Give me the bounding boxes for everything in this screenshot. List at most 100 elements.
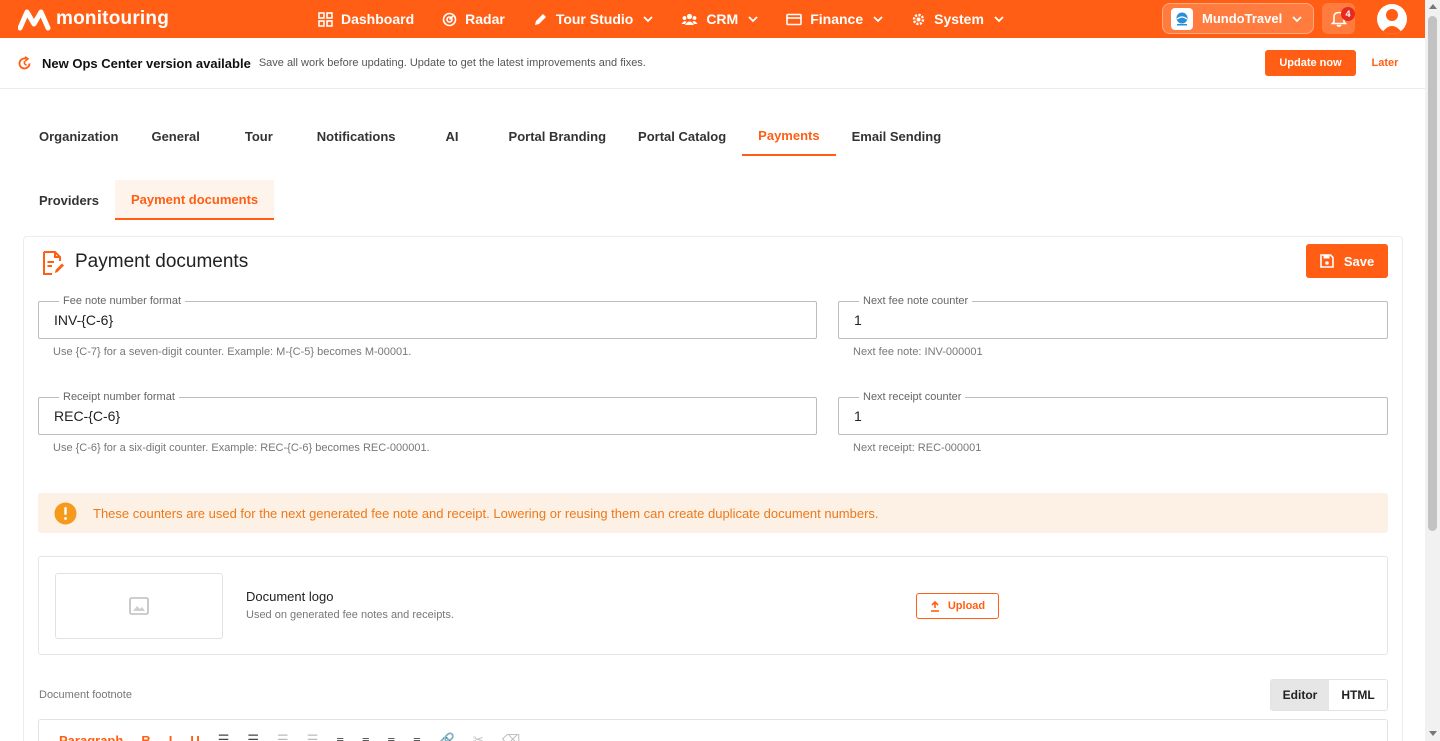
user-icon [1381,9,1403,34]
tab-tour[interactable]: Tour [225,116,301,156]
chevron-down-icon [873,16,883,23]
nav-label: Dashboard [341,11,415,27]
warning-icon [54,502,77,524]
field-value: 1 [854,312,862,328]
settings-tabs: Organization General Tour Notifications … [23,116,957,158]
editor-mode-toggle: Editor HTML [1270,679,1388,711]
document-edit-icon [43,251,64,275]
paragraph-format-select[interactable]: Paragraph [59,733,123,741]
tab-portal-branding[interactable]: Portal Branding [495,116,623,156]
receipt-format-hint: Use {C-6} for a six-digit counter. Examp… [53,442,430,454]
receipt-counter-hint: Next receipt: REC-000001 [853,442,982,454]
chevron-down-icon [994,16,1004,23]
main-nav: Dashboard Radar Tour Studio CRM Finance … [318,0,1032,38]
italic-icon[interactable]: I [169,733,173,741]
save-label: Save [1343,253,1375,269]
tab-ai[interactable]: AI [426,116,495,156]
card-icon [786,13,803,25]
footnote-label: Document footnote [39,689,132,701]
scroll-thumb[interactable] [1428,16,1437,531]
update-now-button[interactable]: Update now [1265,50,1356,76]
pen-icon [534,13,546,25]
document-logo-section: Document logo Used on generated fee note… [38,556,1388,655]
numbered-list-icon[interactable]: ☰ [247,732,259,741]
subtab-payment-documents[interactable]: Payment documents [114,180,275,220]
nav-label: CRM [706,11,739,27]
field-label: Next fee note counter [859,295,973,307]
fee-note-format-hint: Use {C-7} for a seven-digit counter. Exa… [53,346,412,358]
nav-label: Finance [810,11,864,27]
tab-notifications[interactable]: Notifications [301,116,426,156]
bullet-list-icon[interactable]: ☰ [218,732,230,741]
users-icon [681,13,698,25]
indent-icon[interactable]: ☰ [307,732,319,741]
tab-payments[interactable]: Payments [742,116,836,156]
gear-icon [912,13,925,25]
nav-label: Radar [465,11,505,27]
html-mode-button[interactable]: HTML [1329,680,1387,710]
card-title: Payment documents [75,251,249,272]
field-value: INV-{C-6} [54,312,114,328]
brand-logo-icon [18,9,51,31]
scroll-down-arrow-icon[interactable] [1429,731,1437,736]
chevron-down-icon [1292,15,1302,22]
field-label: Fee note number format [59,295,186,307]
upload-label: Upload [947,600,986,612]
fee-note-format-field[interactable]: Fee note number format INV-{C-6} [38,295,817,339]
subtab-providers[interactable]: Providers [23,180,115,220]
field-value: REC-{C-6} [54,408,121,424]
refresh-icon [18,55,31,69]
receipt-format-field[interactable]: Receipt number format REC-{C-6} [38,391,817,435]
footnote-editor[interactable]: Paragraph B I U ☰ ☰ ☰ ☰ ≡ ≡ ≡ ≡ 🔗 ✂ ⌫ [38,719,1388,741]
later-button[interactable]: Later [1365,50,1405,76]
brand[interactable]: monitouring [18,7,318,31]
nav-dashboard[interactable]: Dashboard [318,0,414,38]
outdent-icon[interactable]: ☰ [277,732,289,741]
tab-portal-catalog[interactable]: Portal Catalog [622,116,742,156]
underline-icon[interactable]: U [190,733,199,741]
notifications-button[interactable]: 4 [1322,3,1355,34]
tab-general[interactable]: General [134,116,224,156]
align-left-icon[interactable]: ≡ [336,733,344,741]
banner-text: Save all work before updating. Update to… [258,57,646,69]
floppy-disk-icon [1320,254,1334,268]
link-icon[interactable]: 🔗 [439,732,455,741]
nav-radar[interactable]: Radar [442,0,505,38]
user-avatar[interactable] [1377,4,1407,34]
editor-mode-button[interactable]: Editor [1271,680,1329,710]
nav-system[interactable]: System [911,0,1004,38]
nav-label: Tour Studio [555,11,634,27]
field-value: 1 [854,408,862,424]
field-label: Next receipt counter [859,391,966,403]
upload-logo-button[interactable]: Upload [916,593,999,619]
align-justify-icon[interactable]: ≡ [413,733,421,741]
page-scrollbar[interactable] [1425,0,1440,741]
counter-warning: These counters are used for the next gen… [38,493,1388,533]
payment-documents-card: Payment documents Save Fee note number f… [23,236,1403,741]
tab-email-sending[interactable]: Email Sending [836,116,958,156]
clear-format-icon[interactable]: ⌫ [502,732,520,741]
payments-subtabs: Providers Payment documents [23,180,275,222]
align-right-icon[interactable]: ≡ [388,733,396,741]
tab-organization[interactable]: Organization [23,116,134,156]
save-button[interactable]: Save [1306,244,1388,278]
scroll-up-arrow-icon[interactable] [1429,4,1437,9]
tenant-switcher[interactable]: MundoTravel [1162,3,1314,34]
fee-note-counter-field[interactable]: Next fee note counter 1 [838,295,1388,339]
upload-icon [930,600,939,612]
radar-icon [442,12,457,26]
image-placeholder-icon [129,597,149,615]
logo-preview[interactable] [55,573,223,639]
unlink-icon[interactable]: ✂ [473,732,484,741]
update-banner: New Ops Center version available Save al… [0,38,1425,89]
field-label: Receipt number format [59,391,179,403]
nav-finance[interactable]: Finance [786,0,883,38]
logo-subtitle: Used on generated fee notes and receipts… [246,609,454,621]
grid-icon [318,11,333,27]
notification-count-badge: 4 [1341,7,1355,21]
nav-crm[interactable]: CRM [681,0,758,38]
receipt-counter-field[interactable]: Next receipt counter 1 [838,391,1388,435]
nav-tour-studio[interactable]: Tour Studio [533,0,654,38]
align-center-icon[interactable]: ≡ [362,733,370,741]
bold-icon[interactable]: B [141,733,150,741]
